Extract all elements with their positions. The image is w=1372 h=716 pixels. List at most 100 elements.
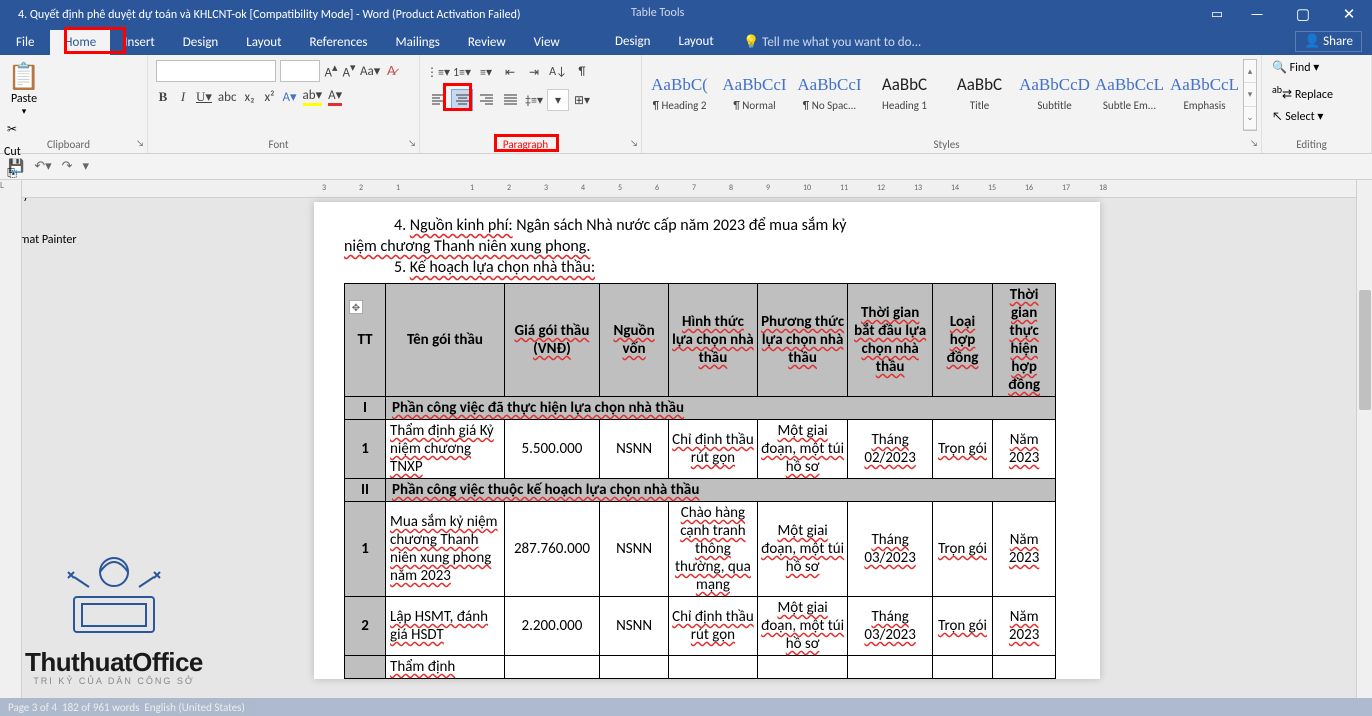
find-button[interactable]: 🔍 Find ▾ <box>1266 57 1367 79</box>
clear-formatting-button[interactable]: A̷ <box>384 63 398 79</box>
plan-table[interactable]: TT Tên gói thầu Giá gói thầu (VNĐ) Nguồn… <box>344 283 1056 679</box>
group-styles: AaBbC(¶ Heading 2AaBbCcI¶ NormalAaBbCcI¶… <box>642 55 1262 153</box>
table-row: 2 Lập HSMT, đánh giá HSDT 2.200.000 NSNN… <box>345 597 1056 656</box>
table-move-handle-icon[interactable]: ✥ <box>349 300 363 314</box>
numbering-button[interactable]: 1≡▾ <box>451 61 473 83</box>
underline-button[interactable]: U▾ <box>196 89 212 105</box>
word-count[interactable]: 182 of 961 words <box>62 701 139 714</box>
vertical-ruler[interactable]: L <box>0 180 22 698</box>
share-button[interactable]: 👤 Share <box>1295 31 1362 52</box>
clipboard-label: Clipboard <box>0 138 137 151</box>
font-color-button[interactable]: A▾ <box>328 88 342 106</box>
decrease-indent-button[interactable]: ⇤ <box>499 61 521 83</box>
superscript-button[interactable]: x² <box>262 90 276 105</box>
subscript-button[interactable]: x₂ <box>242 90 256 105</box>
group-editing: 🔍 Find ▾ ab⇄ Replace ↖ Select ▾ Editing <box>1262 55 1372 153</box>
ribbon: 📋 Paste ▾ ✂Cut ⎘Copy 🖌Format Painter Cli… <box>0 55 1372 154</box>
tab-view[interactable]: View <box>520 30 574 55</box>
select-button[interactable]: ↖ Select ▾ <box>1266 106 1367 128</box>
line-spacing-button[interactable]: ‡≡▾ <box>523 89 545 111</box>
ribbon-display-options-icon[interactable]: ▭ <box>1202 0 1232 29</box>
italic-button[interactable]: I <box>176 89 190 105</box>
replace-button[interactable]: ab⇄ Replace <box>1266 79 1367 106</box>
show-hide-button[interactable]: ¶ <box>571 61 593 83</box>
text-effects-button[interactable]: A▾ <box>282 90 296 105</box>
document-page[interactable]: 4. Nguồn kinh phí: Ngân sách Nhà nước cấ… <box>314 202 1100 679</box>
table-section-row: II Phần công việc thuộc kế hoạch lựa chọ… <box>345 479 1056 502</box>
close-button[interactable]: ✕ <box>1326 0 1372 29</box>
tab-table-design[interactable]: Design <box>601 29 664 54</box>
table-header-row: TT Tên gói thầu Giá gói thầu (VNĐ) Nguồn… <box>345 284 1056 397</box>
align-right-button[interactable] <box>475 89 497 111</box>
sort-button[interactable]: A↓ <box>547 61 569 83</box>
vertical-scrollbar[interactable] <box>1356 180 1372 698</box>
font-label: Font <box>148 138 409 151</box>
style-item[interactable]: AaBbC(¶ Heading 2 <box>642 57 717 129</box>
borders-button[interactable]: ⊞▾ <box>571 89 593 111</box>
table-tools-label: Table Tools <box>617 0 698 29</box>
multilevel-button[interactable]: ≡▾ <box>475 61 497 83</box>
style-item[interactable]: AaBbCHeading 1 <box>867 57 942 129</box>
font-launcher-icon[interactable]: ↘ <box>408 138 416 149</box>
style-item[interactable]: AaBbCcI¶ No Spac... <box>792 57 867 129</box>
style-item[interactable]: AaBbCTitle <box>942 57 1017 129</box>
styles-scroll[interactable]: ▴▾⌄ <box>1243 59 1257 131</box>
tab-table-layout[interactable]: Layout <box>664 29 727 54</box>
title-bar: 4. Quyết định phê duyệt dự toán và KHLCN… <box>0 0 1372 29</box>
font-size-combo[interactable] <box>280 60 320 82</box>
restore-button[interactable]: ▢ <box>1280 0 1326 29</box>
ribbon-tabs: File Home Insert Design Layout Reference… <box>0 29 1372 55</box>
tab-file[interactable]: File <box>0 30 50 55</box>
status-bar: Page 3 of 4 182 of 961 words English (Un… <box>0 698 1372 716</box>
doc-line-3: 5. Kế hoạch lựa chọn nhà thầu: <box>344 258 1070 277</box>
highlight-button[interactable]: ab▾ <box>303 88 323 106</box>
table-row: Thẩm định <box>345 656 1056 679</box>
group-font: A▴ A▾ Aa▾ A̷ B I U▾ abc x₂ x² A▾ ab▾ A▾ … <box>148 55 420 153</box>
style-item[interactable]: AaBbCcLEmphasis <box>1167 57 1242 129</box>
style-item[interactable]: AaBbCcI¶ Normal <box>717 57 792 129</box>
watermark: ThuthuatOffice TRI KỶ CỦA DÂN CÔNG SỞ <box>25 542 203 686</box>
language-indicator[interactable]: English (United States) <box>144 701 244 714</box>
style-item[interactable]: AaBbCcDSubtitle <box>1017 57 1092 129</box>
strikethrough-button[interactable]: abc <box>218 90 237 105</box>
shading-button[interactable]: ▾ <box>547 89 569 111</box>
increase-indent-button[interactable]: ⇥ <box>523 61 545 83</box>
styles-launcher-icon[interactable]: ↘ <box>1250 138 1258 149</box>
watermark-brand: ThuthuatOffice <box>25 647 203 678</box>
change-case-button[interactable]: Aa▾ <box>360 64 380 79</box>
clipboard-launcher-icon[interactable]: ↘ <box>136 138 144 149</box>
paste-button[interactable]: 📋 Paste ▾ <box>4 58 44 117</box>
font-name-combo[interactable] <box>156 60 276 82</box>
group-clipboard: 📋 Paste ▾ ✂Cut ⎘Copy 🖌Format Painter Cli… <box>0 55 148 153</box>
table-row: 1 Mua sắm kỷ niệm chương Thanh niên xung… <box>345 502 1056 597</box>
tab-review[interactable]: Review <box>454 30 520 55</box>
tab-mailings[interactable]: Mailings <box>382 30 454 55</box>
shrink-font-button[interactable]: A▾ <box>342 61 356 80</box>
bold-button[interactable]: B <box>156 89 170 105</box>
justify-button[interactable] <box>499 89 521 111</box>
styles-label: Styles <box>642 138 1251 151</box>
watermark-logo-icon <box>25 542 203 647</box>
tab-references[interactable]: References <box>296 30 382 55</box>
bullets-button[interactable]: ⋮≡▾ <box>427 61 449 83</box>
tab-design[interactable]: Design <box>169 30 232 55</box>
paragraph-launcher-icon[interactable]: ↘ <box>630 138 638 149</box>
watermark-tagline: TRI KỶ CỦA DÂN CÔNG SỞ <box>25 676 203 686</box>
paragraph-label: Paragraph <box>420 138 631 151</box>
tab-layout[interactable]: Layout <box>232 30 295 55</box>
horizontal-ruler[interactable]: 321123456789101112131415161718 <box>22 180 1372 198</box>
minimize-button[interactable]: — <box>1234 0 1280 29</box>
doc-line-2: niệm chương Thanh niên xung phong. <box>344 237 1070 256</box>
table-section-row: I Phần công việc đã thực hiện lựa chọn n… <box>345 397 1056 420</box>
editing-label: Editing <box>1262 138 1361 151</box>
group-paragraph: ⋮≡▾ 1≡▾ ≡▾ ⇤ ⇥ A↓ ¶ ‡≡▾ ▾ ⊞▾ Paragraph ↘ <box>420 55 642 153</box>
page-indicator[interactable]: Page 3 of 4 <box>8 701 57 714</box>
scrollbar-thumb[interactable] <box>1359 290 1371 410</box>
window-title: 4. Quyết định phê duyệt dự toán và KHLCN… <box>0 8 521 22</box>
document-area: L 321123456789101112131415161718 4. Nguồ… <box>0 180 1372 698</box>
doc-line-1: 4. Nguồn kinh phí: Ngân sách Nhà nước cấ… <box>344 216 1070 235</box>
tell-me-search[interactable]: 💡 Tell me what you want to do... <box>733 30 931 55</box>
grow-font-button[interactable]: A▴ <box>324 61 338 80</box>
table-row: 1 Thẩm định giá Kỷ niệm chương TNXP 5.50… <box>345 420 1056 479</box>
style-item[interactable]: AaBbCcLSubtle Em... <box>1092 57 1167 129</box>
